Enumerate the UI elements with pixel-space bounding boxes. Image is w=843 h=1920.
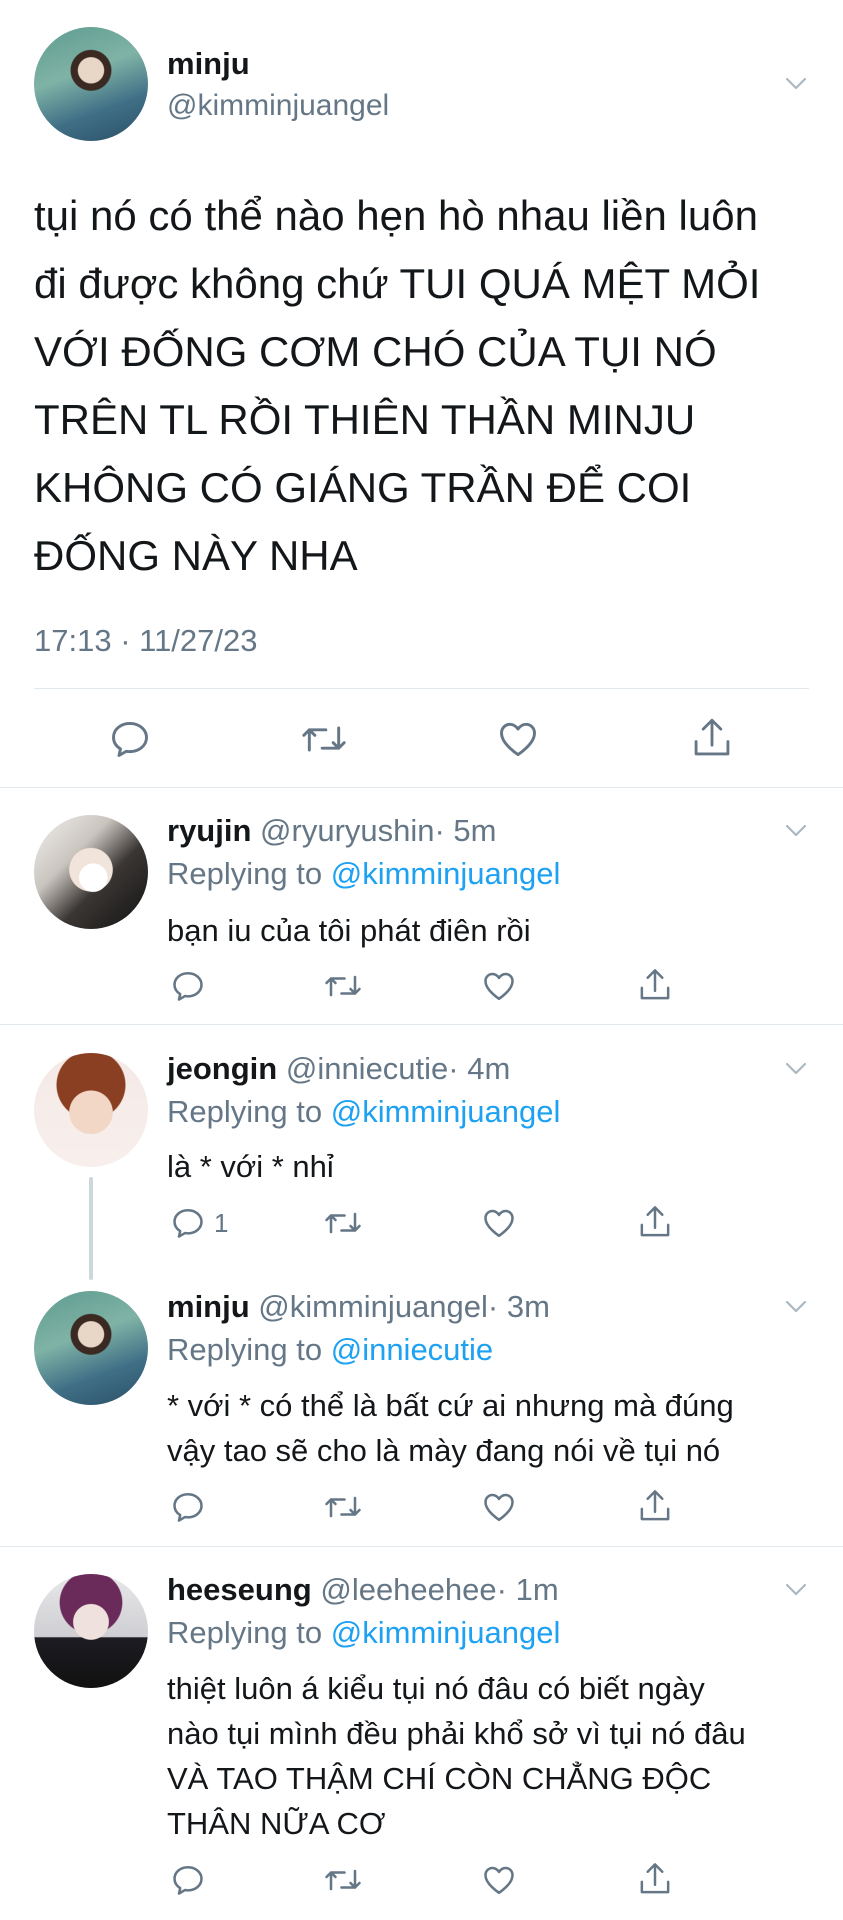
reply-line: bạn iu của tôi phát điên rồi bbox=[167, 913, 531, 948]
tweet-line: KHÔNG CÓ GIÁNG TRẦN ĐỂ COI bbox=[34, 464, 692, 511]
reply-count: 1 bbox=[214, 1207, 229, 1238]
heart-icon[interactable] bbox=[495, 717, 541, 761]
replying-to: Replying to @kimminjuangel bbox=[167, 855, 560, 893]
thread-line bbox=[89, 1177, 93, 1280]
author-handle[interactable]: @leeheehee bbox=[320, 1572, 496, 1607]
avatar[interactable] bbox=[34, 815, 148, 929]
reply-icon bbox=[173, 1208, 203, 1238]
reply-time: · 4m bbox=[448, 1051, 511, 1086]
avatar[interactable] bbox=[34, 1291, 148, 1405]
chevron-down-icon[interactable] bbox=[786, 825, 806, 837]
chevron-down-icon[interactable] bbox=[786, 1584, 806, 1596]
tweet-line: đi được không chứ TUI QUÁ MỆT MỎI bbox=[34, 260, 761, 307]
heart-icon[interactable] bbox=[480, 1489, 518, 1525]
reply-line: VÀ TAO THẬM CHÍ CÒN CHẲNG ĐỘC bbox=[167, 1761, 712, 1796]
author-handle[interactable]: @ryuryushin bbox=[260, 813, 434, 848]
tweet-line: ĐỐNG NÀY NHA bbox=[34, 532, 358, 579]
retweet-icon[interactable] bbox=[298, 717, 350, 761]
share-icon[interactable] bbox=[637, 1487, 673, 1525]
tweet-text: tụi nó có thể nào hẹn hò nhau liền luôn … bbox=[34, 182, 760, 590]
replying-prefix: Replying to bbox=[167, 1094, 323, 1129]
tweet-line: TRÊN TL RỒI THIÊN THẦN MINJU bbox=[34, 396, 696, 443]
section-divider bbox=[0, 1546, 843, 1547]
chevron-down-icon[interactable] bbox=[786, 78, 806, 90]
replying-prefix: Replying to bbox=[167, 856, 323, 891]
share-icon[interactable] bbox=[637, 1203, 673, 1241]
reply-time: · 1m bbox=[496, 1572, 559, 1607]
author-name[interactable]: jeongin bbox=[167, 1051, 277, 1086]
replying-to: Replying to @inniecutie bbox=[167, 1331, 493, 1369]
avatar[interactable] bbox=[34, 27, 148, 141]
author-name[interactable]: ryujin bbox=[167, 813, 251, 848]
reply-header: heeseung @leeheehee· 1m bbox=[167, 1571, 559, 1609]
retweet-icon[interactable] bbox=[322, 968, 364, 1004]
section-divider bbox=[0, 787, 843, 788]
reply-line: THÂN NỮA CƠ bbox=[167, 1806, 386, 1841]
heart-icon[interactable] bbox=[480, 1862, 518, 1898]
author-handle[interactable]: @kimminjuangel bbox=[167, 88, 389, 124]
replying-handle-link[interactable]: @kimminjuangel bbox=[331, 1094, 561, 1129]
chevron-down-icon[interactable] bbox=[786, 1301, 806, 1313]
reply-header: ryujin @ryuryushin· 5m bbox=[167, 812, 497, 850]
heart-icon[interactable] bbox=[480, 1205, 518, 1241]
avatar[interactable] bbox=[34, 1574, 148, 1688]
reply-line: thiệt luôn á kiểu tụi nó đâu có biết ngà… bbox=[167, 1671, 705, 1706]
tweet-line: VỚI ĐỐNG CƠM CHÓ CỦA TỤI NÓ bbox=[34, 328, 717, 375]
reply-time: · 5m bbox=[434, 813, 497, 848]
reply-text: * với * có thể là bất cứ ai nhưng mà đún… bbox=[167, 1383, 734, 1473]
author-handle[interactable]: @kimminjuangel bbox=[258, 1289, 488, 1324]
reply-icon[interactable] bbox=[108, 717, 152, 761]
author-name[interactable]: heeseung bbox=[167, 1572, 312, 1607]
author-name[interactable]: minju bbox=[167, 1289, 250, 1324]
replying-handle-link[interactable]: @inniecutie bbox=[331, 1332, 493, 1367]
reply-header: jeongin @inniecutie· 4m bbox=[167, 1050, 510, 1088]
timestamp[interactable]: 17:13 · 11/27/23 bbox=[34, 623, 258, 659]
author-handle[interactable]: @inniecutie bbox=[286, 1051, 448, 1086]
reply-header: minju @kimminjuangel· 3m bbox=[167, 1288, 550, 1326]
reply-line: là * với * nhỉ bbox=[167, 1149, 334, 1184]
reply-line: nào tụi mình đều phải khổ sở vì tụi nó đ… bbox=[167, 1716, 746, 1751]
reply-text: bạn iu của tôi phát điên rồi bbox=[167, 908, 531, 953]
replying-handle-link[interactable]: @kimminjuangel bbox=[331, 856, 561, 891]
reply-icon[interactable] bbox=[170, 968, 206, 1004]
retweet-icon[interactable] bbox=[322, 1862, 364, 1898]
author-name[interactable]: minju bbox=[167, 46, 250, 82]
reply-icon[interactable] bbox=[170, 1862, 206, 1898]
reply-text: thiệt luôn á kiểu tụi nó đâu có biết ngà… bbox=[167, 1666, 746, 1846]
share-icon[interactable] bbox=[690, 715, 734, 761]
tweet-line: tụi nó có thể nào hẹn hò nhau liền luôn bbox=[34, 192, 758, 239]
reply-text: là * với * nhỉ bbox=[167, 1144, 334, 1189]
reply-line: * với * có thể là bất cứ ai nhưng mà đún… bbox=[167, 1388, 734, 1423]
retweet-icon[interactable] bbox=[322, 1205, 364, 1241]
heart-icon[interactable] bbox=[480, 968, 518, 1004]
reply-icon[interactable] bbox=[170, 1489, 206, 1525]
replying-prefix: Replying to bbox=[167, 1615, 323, 1650]
reply-button[interactable]: 1 bbox=[170, 1205, 228, 1241]
retweet-icon[interactable] bbox=[322, 1489, 364, 1525]
divider bbox=[34, 688, 809, 689]
replying-prefix: Replying to bbox=[167, 1332, 323, 1367]
chevron-down-icon[interactable] bbox=[786, 1063, 806, 1075]
replying-handle-link[interactable]: @kimminjuangel bbox=[331, 1615, 561, 1650]
reply-line: vậy tao sẽ cho là mày đang nói về tụi nó bbox=[167, 1433, 721, 1468]
share-icon[interactable] bbox=[637, 1860, 673, 1898]
replying-to: Replying to @kimminjuangel bbox=[167, 1093, 560, 1131]
section-divider bbox=[0, 1024, 843, 1025]
reply-time: · 3m bbox=[487, 1289, 550, 1324]
avatar[interactable] bbox=[34, 1053, 148, 1167]
share-icon[interactable] bbox=[637, 966, 673, 1004]
replying-to: Replying to @kimminjuangel bbox=[167, 1614, 560, 1652]
